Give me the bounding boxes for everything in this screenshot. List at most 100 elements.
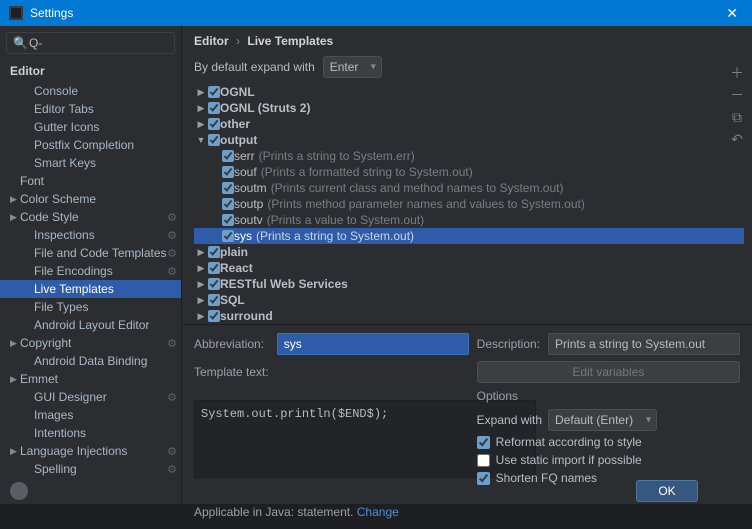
- group-label: output: [220, 133, 257, 147]
- static-import-label: Use static import if possible: [496, 453, 642, 467]
- sidebar-item[interactable]: Postfix Completion: [0, 136, 181, 154]
- revert-icon[interactable]: ↶: [728, 132, 746, 146]
- sidebar-item[interactable]: Images: [0, 406, 181, 424]
- template-group[interactable]: SQL: [194, 292, 744, 308]
- change-context-link[interactable]: Change: [357, 505, 399, 519]
- template-item[interactable]: soutv(Prints a value to System.out): [194, 212, 744, 228]
- sidebar-item-label: File and Code Templates: [34, 246, 167, 260]
- group-label: React: [220, 261, 253, 275]
- chevron-icon: [194, 279, 208, 290]
- gear-icon: ⚙: [167, 463, 177, 476]
- sidebar-item[interactable]: Android Layout Editor: [0, 316, 181, 334]
- sidebar-item[interactable]: Android Data Binding: [0, 352, 181, 370]
- sidebar-item[interactable]: Spelling ⚙: [0, 460, 181, 478]
- search-box[interactable]: 🔍: [6, 32, 175, 54]
- template-abbr: sys: [234, 229, 252, 243]
- gear-icon: ⚙: [167, 445, 177, 458]
- sidebar-item[interactable]: Live Templates: [0, 280, 181, 298]
- template-group[interactable]: React: [194, 260, 744, 276]
- group-checkbox[interactable]: [208, 294, 220, 306]
- sidebar-item-label: Copyright: [20, 336, 71, 350]
- sidebar-item-label: Postfix Completion: [34, 138, 134, 152]
- sidebar-item-label: Live Templates: [34, 282, 114, 296]
- copy-icon[interactable]: ⧉: [728, 110, 746, 124]
- group-checkbox[interactable]: [208, 310, 220, 322]
- template-checkbox[interactable]: [222, 198, 234, 210]
- sidebar-item[interactable]: File and Code Templates⚙: [0, 244, 181, 262]
- sidebar-item[interactable]: Editor Tabs: [0, 100, 181, 118]
- sidebar-item-label: Emmet: [20, 372, 58, 386]
- group-label: OGNL: [220, 85, 255, 99]
- gear-icon: ⚙: [167, 229, 177, 242]
- sidebar-item[interactable]: Font: [0, 172, 181, 190]
- sidebar-item[interactable]: File Types: [0, 298, 181, 316]
- sidebar-item[interactable]: Language Injections⚙: [0, 442, 181, 460]
- shorten-fq-checkbox[interactable]: [477, 472, 490, 485]
- group-checkbox[interactable]: [208, 86, 220, 98]
- edit-variables-button[interactable]: Edit variables: [477, 361, 740, 383]
- sidebar-item-label: Editor Tabs: [34, 102, 94, 116]
- sidebar-item[interactable]: GUI Designer⚙: [0, 388, 181, 406]
- sidebar-item-label: Spelling: [34, 462, 77, 476]
- breadcrumb-root: Editor: [194, 34, 229, 48]
- template-group[interactable]: surround: [194, 308, 744, 324]
- reformat-checkbox[interactable]: [477, 436, 490, 449]
- group-checkbox[interactable]: [208, 262, 220, 274]
- static-import-checkbox[interactable]: [477, 454, 490, 467]
- chevron-icon: [194, 247, 208, 258]
- group-checkbox[interactable]: [208, 134, 220, 146]
- template-item[interactable]: serr(Prints a string to System.err): [194, 148, 744, 164]
- template-item[interactable]: soutp(Prints method parameter names and …: [194, 196, 744, 212]
- add-icon[interactable]: ＋: [728, 66, 746, 80]
- sidebar-item[interactable]: Inspections⚙: [0, 226, 181, 244]
- group-checkbox[interactable]: [208, 102, 220, 114]
- template-group[interactable]: OGNL: [194, 84, 744, 100]
- chevron-right-icon: [10, 446, 20, 457]
- abbreviation-input[interactable]: [277, 333, 469, 355]
- options-header: Options: [477, 389, 740, 403]
- template-detail: Abbreviation: Description: Template text…: [182, 324, 752, 499]
- template-checkbox[interactable]: [222, 230, 234, 242]
- chevron-icon: [194, 311, 208, 322]
- template-checkbox[interactable]: [222, 166, 234, 178]
- search-input[interactable]: [11, 36, 170, 50]
- ok-button[interactable]: OK: [636, 480, 698, 502]
- remove-icon[interactable]: －: [728, 88, 746, 102]
- template-item[interactable]: sys(Prints a string to System.out): [194, 228, 744, 244]
- group-checkbox[interactable]: [208, 278, 220, 290]
- template-group[interactable]: other: [194, 116, 744, 132]
- window-title: Settings: [30, 6, 720, 20]
- template-group[interactable]: plain: [194, 244, 744, 260]
- template-checkbox[interactable]: [222, 214, 234, 226]
- close-icon[interactable]: ✕: [720, 5, 744, 22]
- template-checkbox[interactable]: [222, 182, 234, 194]
- expand-with-select[interactable]: Default (Enter): [548, 409, 657, 431]
- app-icon: [8, 5, 24, 21]
- template-item[interactable]: soutm(Prints current class and method na…: [194, 180, 744, 196]
- templates-tree: OGNL OGNL (Struts 2)otheroutputserr(Print…: [182, 84, 752, 324]
- expand-default-select[interactable]: Enter: [323, 56, 382, 78]
- expand-default-row: By default expand with Enter: [182, 52, 752, 84]
- group-checkbox[interactable]: [208, 118, 220, 130]
- sidebar-item[interactable]: Color Scheme: [0, 190, 181, 208]
- group-label: OGNL (Struts 2): [220, 101, 310, 115]
- template-text-label: Template text:: [194, 365, 269, 379]
- sidebar-item[interactable]: Copyright⚙: [0, 334, 181, 352]
- sidebar-item[interactable]: Intentions: [0, 424, 181, 442]
- gear-icon: ⚙: [167, 391, 177, 404]
- description-input[interactable]: [548, 333, 740, 355]
- sidebar-item[interactable]: Console: [0, 82, 181, 100]
- chevron-icon: [194, 295, 208, 306]
- sidebar-item[interactable]: Emmet: [0, 370, 181, 388]
- sidebar-item[interactable]: Code Style⚙: [0, 208, 181, 226]
- template-group[interactable]: OGNL (Struts 2): [194, 100, 744, 116]
- settings-sidebar: 🔍 Editor ConsoleEditor TabsGutter IconsP…: [0, 26, 182, 504]
- template-item[interactable]: souf(Prints a formatted string to System…: [194, 164, 744, 180]
- sidebar-item[interactable]: Gutter Icons: [0, 118, 181, 136]
- template-group[interactable]: RESTful Web Services: [194, 276, 744, 292]
- template-checkbox[interactable]: [222, 150, 234, 162]
- group-checkbox[interactable]: [208, 246, 220, 258]
- sidebar-item[interactable]: File Encodings⚙: [0, 262, 181, 280]
- template-group[interactable]: output: [194, 132, 744, 148]
- sidebar-item[interactable]: Smart Keys: [0, 154, 181, 172]
